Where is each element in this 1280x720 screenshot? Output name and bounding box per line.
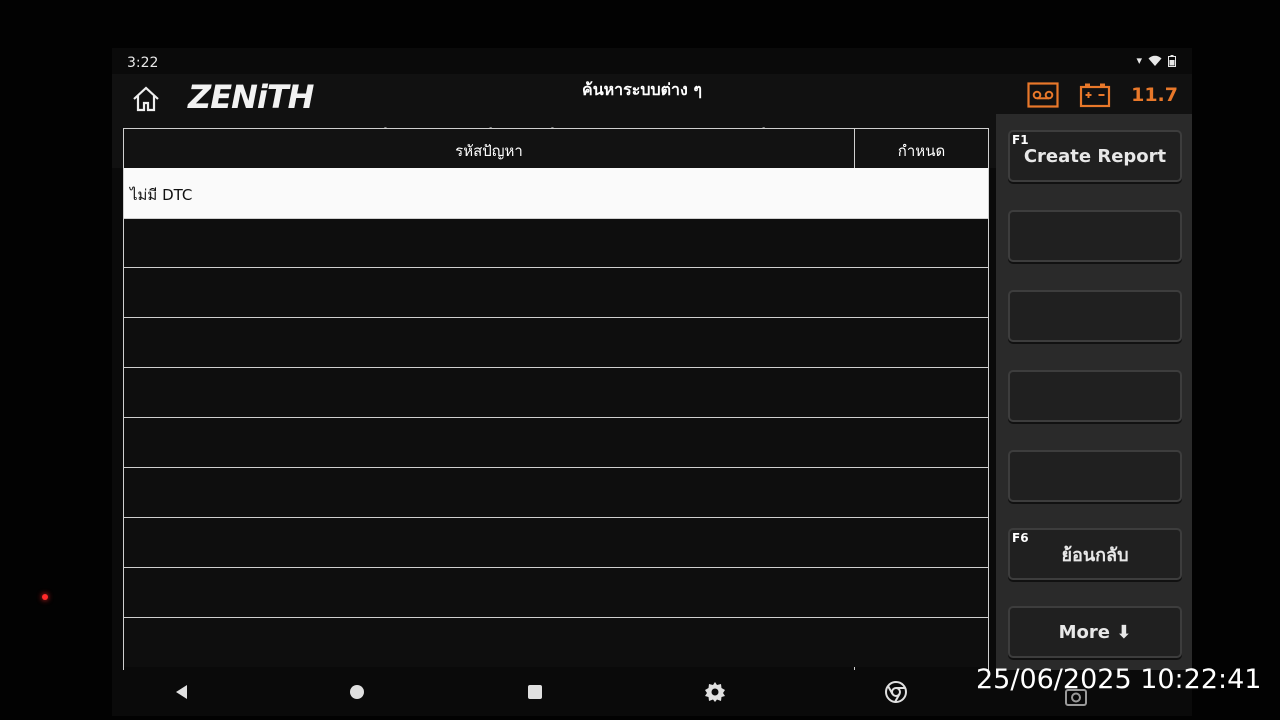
wifi-icon [1148, 55, 1162, 66]
recorder-tape-icon[interactable] [1027, 82, 1059, 108]
table-header: รหัสปัญหา กำหนด [124, 129, 988, 169]
status-led [42, 594, 48, 600]
battery-voltage: 11.7 [1131, 84, 1178, 106]
button-label: ย้อนกลับ [1061, 544, 1129, 566]
home-circle-icon[interactable] [347, 682, 367, 702]
create-report-button[interactable]: F1 Create Report [1008, 130, 1182, 182]
back-button[interactable]: F6 ย้อนกลับ [1008, 528, 1182, 580]
browser-icon[interactable] [884, 680, 908, 704]
table-row[interactable] [124, 218, 988, 268]
table-row[interactable] [124, 368, 988, 418]
dtc-code-cell: ไม่มี DTC [130, 186, 193, 204]
page-title: ค้นหาระบบต่าง ๆ [581, 80, 703, 99]
table-row[interactable] [124, 518, 988, 568]
button-label: More ⬇ [1058, 621, 1132, 643]
back-triangle-icon[interactable] [172, 682, 192, 702]
table-row[interactable] [124, 568, 988, 618]
fkey-label: F6 [1012, 531, 1029, 545]
home-icon[interactable] [130, 83, 162, 115]
column-header-definition: กำหนด [897, 142, 946, 160]
more-button[interactable]: More ⬇ [1008, 606, 1182, 658]
table-row[interactable]: ไม่มี DTC [124, 168, 988, 219]
battery-status-icon [1168, 54, 1176, 67]
zenith-logo: ZENiTH [188, 78, 314, 116]
car-battery-icon [1080, 83, 1111, 108]
button-label: Create Report [1023, 145, 1167, 167]
table-row[interactable] [124, 418, 988, 468]
function-button-5[interactable] [1008, 450, 1182, 502]
status-time: 3:22 [127, 55, 159, 71]
signal-icon: ▾ [1136, 54, 1142, 67]
function-button-2[interactable] [1008, 210, 1182, 262]
function-key-panel: F1 Create Report F6 ย้อนกลับ More ⬇ [996, 114, 1192, 670]
header-tools: 11.7 [1027, 82, 1178, 108]
dtc-table: รหัสปัญหา กำหนด ไม่มี DTC [123, 128, 989, 672]
photo-timestamp: 25/06/2025 10:22:41 [976, 664, 1262, 695]
function-button-3[interactable] [1008, 290, 1182, 342]
recents-square-icon[interactable] [525, 682, 545, 702]
function-button-4[interactable] [1008, 370, 1182, 422]
tablet-screen: 3:22 ▾ ZENiTH ค้นหาระบบต่าง ๆ 11.7 รหัสป… [112, 48, 1192, 716]
gear-icon[interactable] [703, 680, 727, 704]
table-row[interactable] [124, 618, 988, 667]
table-row[interactable] [124, 268, 988, 318]
table-row[interactable] [124, 468, 988, 518]
fkey-label: F1 [1012, 133, 1029, 147]
status-icons: ▾ [1136, 54, 1176, 67]
status-bar: 3:22 ▾ [112, 48, 1192, 74]
device-photo: 3:22 ▾ ZENiTH ค้นหาระบบต่าง ๆ 11.7 รหัสป… [0, 0, 1280, 720]
table-row[interactable] [124, 318, 988, 368]
column-header-code: รหัสปัญหา [455, 142, 523, 160]
